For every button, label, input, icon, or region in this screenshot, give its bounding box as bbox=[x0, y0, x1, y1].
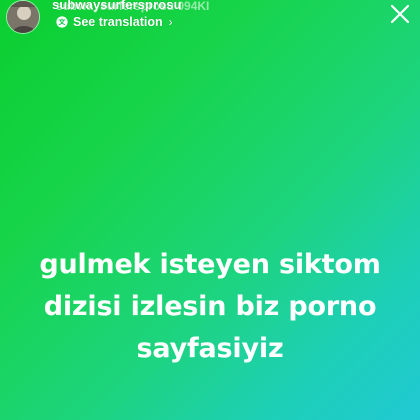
avatar[interactable] bbox=[6, 0, 40, 34]
close-icon bbox=[388, 2, 412, 26]
username[interactable]: subwaysurfersprosu bbox=[52, 0, 182, 12]
chevron-right-icon: › bbox=[168, 15, 173, 29]
story-text-line: sayfasiyiz bbox=[136, 333, 284, 364]
story-text: gulmek isteyen siktom dizisi izlesin biz… bbox=[0, 244, 420, 370]
translate-icon bbox=[56, 16, 68, 28]
see-translation-label: See translation bbox=[73, 15, 163, 29]
story-text-line: gulmek isteyen siktom bbox=[39, 249, 381, 280]
see-translation-link[interactable]: See translation › bbox=[56, 15, 173, 29]
close-button[interactable] bbox=[388, 2, 412, 26]
story-view[interactable]: subwaysurfersprosu 094KI subwaysurferspr… bbox=[0, 0, 420, 420]
story-text-line: dizisi izlesin biz porno bbox=[43, 291, 377, 322]
story-header: subwaysurfersprosu 094KI subwaysurferspr… bbox=[0, 0, 420, 40]
